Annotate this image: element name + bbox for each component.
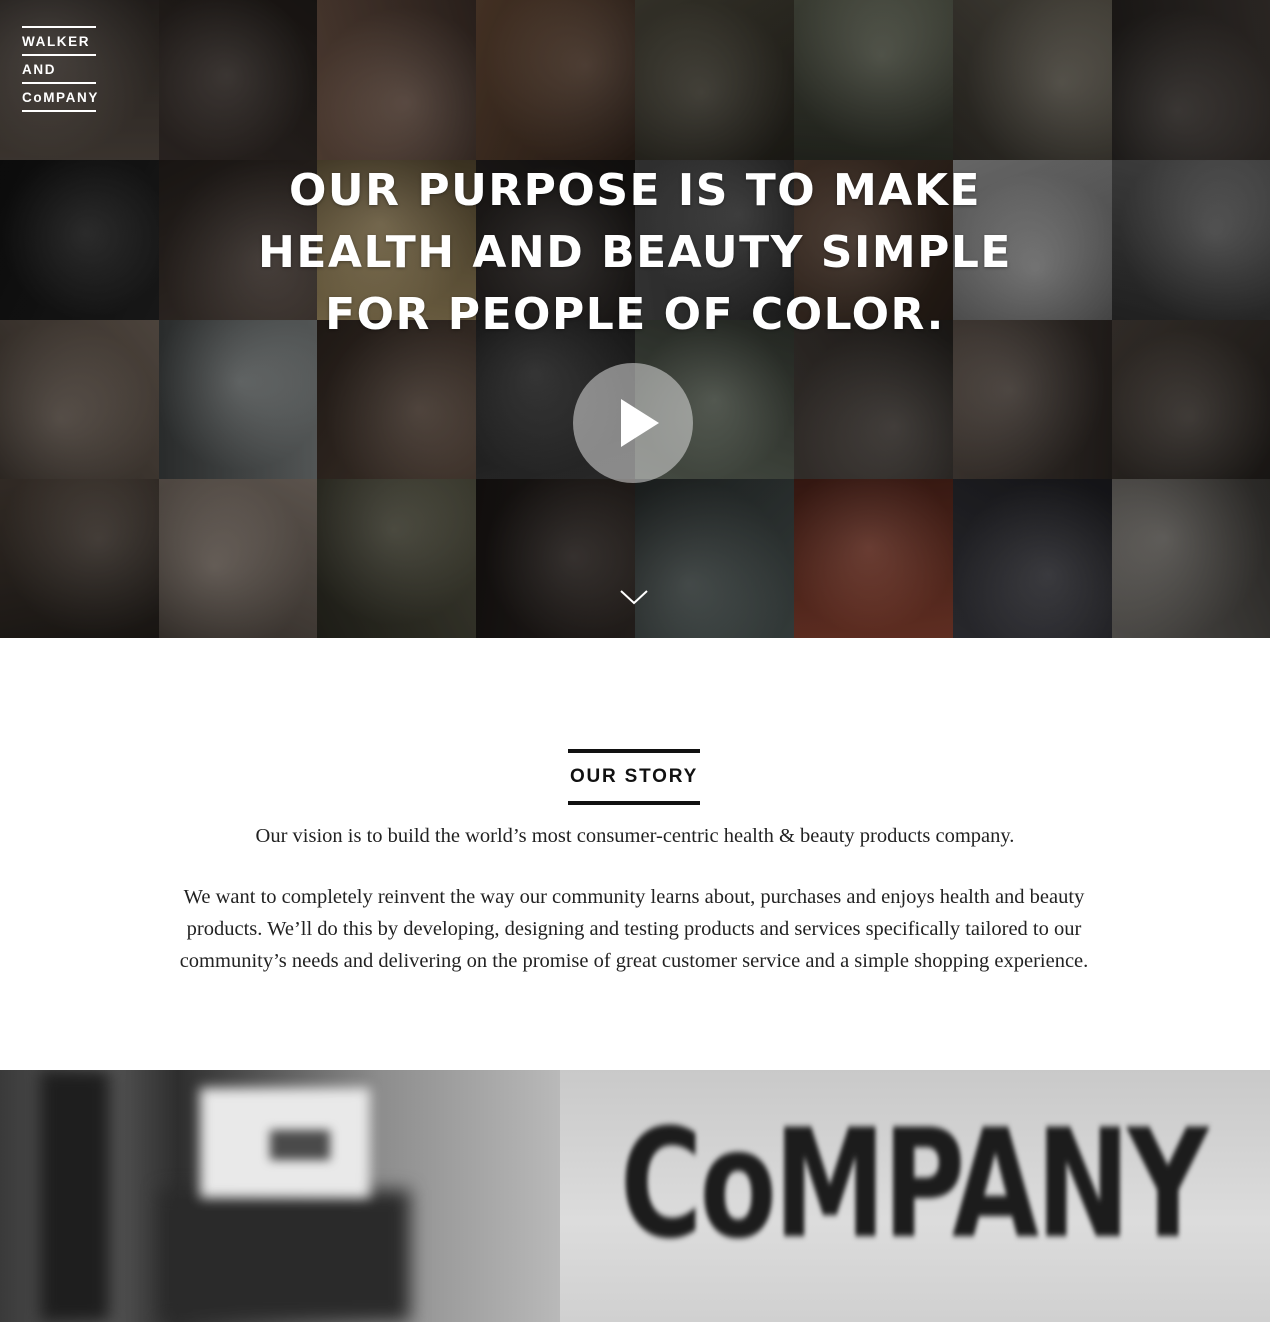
photo-shadow bbox=[40, 1070, 110, 1322]
photo-frame bbox=[160, 1190, 410, 1322]
company-wall-sign: CoMPANY bbox=[620, 1098, 1209, 1272]
logo-rule bbox=[22, 110, 96, 112]
logo-line-walker: WALKER bbox=[22, 34, 91, 49]
scroll-down-button[interactable] bbox=[619, 586, 649, 608]
our-story-section: OUR STORY Our vision is to build the wor… bbox=[0, 638, 1270, 1070]
play-video-button[interactable] bbox=[573, 363, 693, 483]
play-icon bbox=[621, 399, 659, 447]
hero-section: WALKER AND CoMPANY OUR PURPOSE IS TO MAK… bbox=[0, 0, 1270, 638]
headline-line-3: FOR PEOPLE OF COLOR. bbox=[325, 289, 945, 340]
headline-line-2: HEALTH AND BEAUTY SIMPLE bbox=[258, 227, 1012, 278]
walker-and-company-logo[interactable]: WALKER AND CoMPANY bbox=[22, 26, 99, 112]
logo-line-company: CoMPANY bbox=[22, 90, 99, 105]
hero-headline: OUR PURPOSE IS TO MAKE HEALTH AND BEAUTY… bbox=[0, 160, 1270, 346]
logo-line-and: AND bbox=[22, 62, 57, 77]
our-story-heading: OUR STORY bbox=[568, 748, 700, 805]
office-photo: CoMPANY bbox=[0, 1070, 1270, 1322]
vision-statement: Our vision is to build the world’s most … bbox=[255, 825, 1015, 847]
photo-window-detail bbox=[270, 1130, 330, 1160]
headline-line-1: OUR PURPOSE IS TO MAKE bbox=[288, 165, 981, 216]
chevron-down-icon bbox=[620, 590, 648, 605]
story-paragraph: We want to completely reinvent the way o… bbox=[179, 886, 1089, 972]
